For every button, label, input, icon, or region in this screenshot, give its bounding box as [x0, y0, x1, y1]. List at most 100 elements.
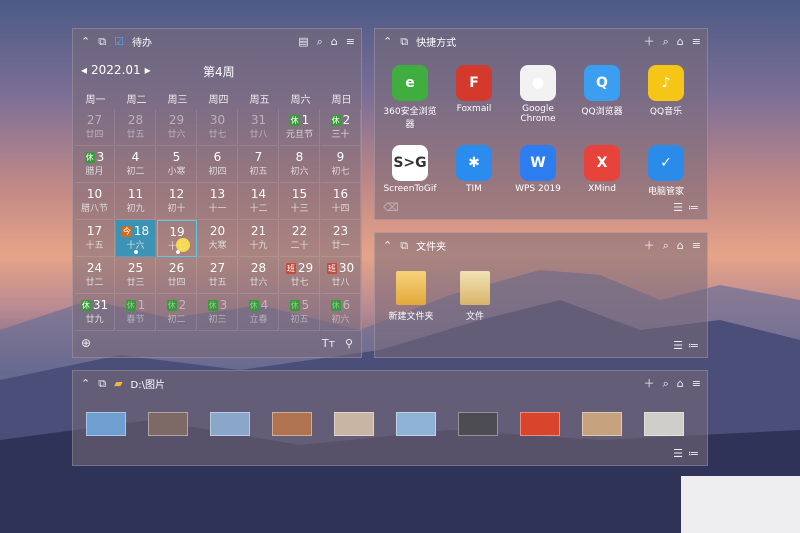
picture-thumbnail[interactable]: [272, 412, 312, 436]
clear-icon[interactable]: ⌂: [677, 36, 684, 47]
clear-icon[interactable]: ⌂: [677, 378, 684, 389]
calendar-day[interactable]: 30 廿七: [198, 109, 238, 146]
list-view-icon[interactable]: ≔: [688, 202, 699, 213]
calendar-day[interactable]: 21 十九: [239, 220, 279, 257]
calendar-day[interactable]: 29 廿六: [157, 109, 197, 146]
calendar-day[interactable]: 休 5 初五: [280, 294, 320, 331]
shortcut-item[interactable]: e 360安全浏览器: [379, 65, 441, 130]
calendar-day[interactable]: 16 十四: [321, 183, 361, 220]
menu-icon[interactable]: ≡: [692, 36, 701, 47]
pin-icon[interactable]: ⧉: [400, 240, 408, 251]
folder-item[interactable]: 文件: [445, 271, 505, 322]
picture-thumbnail[interactable]: [86, 412, 126, 436]
calendar-day[interactable]: 22 二十: [280, 220, 320, 257]
shortcut-item[interactable]: ● Google Chrome: [507, 65, 569, 124]
picture-thumbnail[interactable]: [520, 412, 560, 436]
calendar-day[interactable]: 24 廿二: [75, 257, 115, 294]
list-view-icon[interactable]: ≔: [688, 448, 699, 459]
collapse-icon[interactable]: ⌃: [383, 240, 392, 251]
shortcut-item[interactable]: S>G ScreenToGif: [379, 145, 441, 194]
calendar-day[interactable]: 今 18 十六: [116, 220, 156, 257]
calendar-day[interactable]: 休 3 初三: [198, 294, 238, 331]
shortcut-item[interactable]: ♪ QQ音乐: [635, 65, 697, 117]
picture-thumbnail[interactable]: [582, 412, 622, 436]
folder-item[interactable]: 新建文件夹: [381, 271, 441, 322]
calendar-day[interactable]: 休 6 初六: [321, 294, 361, 331]
calendar-day[interactable]: 休 1 元旦节: [280, 109, 320, 146]
add-icon[interactable]: ＋: [644, 240, 655, 251]
search-icon[interactable]: ⌕: [663, 240, 669, 251]
calendar-day[interactable]: 5 小寒: [157, 146, 197, 183]
picture-thumbnail[interactable]: [210, 412, 250, 436]
calendar-day[interactable]: 14 十二: [239, 183, 279, 220]
shortcut-item[interactable]: W WPS 2019: [507, 145, 569, 194]
calendar-day[interactable]: 27 廿五: [198, 257, 238, 294]
shortcut-item[interactable]: F Foxmail: [443, 65, 505, 114]
calendar-day[interactable]: 27 廿四: [75, 109, 115, 146]
month-label[interactable]: 2022.01: [91, 63, 141, 77]
shortcut-item[interactable]: Q QQ浏览器: [571, 65, 633, 117]
calendar-day[interactable]: 17 十五: [75, 220, 115, 257]
menu-icon[interactable]: ≡: [692, 378, 701, 389]
sort-icon[interactable]: ☰: [673, 448, 683, 459]
clear-icon[interactable]: ⌂: [677, 240, 684, 251]
pin-icon[interactable]: ⧉: [98, 36, 106, 47]
pin-icon[interactable]: ⧉: [400, 36, 408, 47]
calendar-day[interactable]: 15 十三: [280, 183, 320, 220]
calendar-day[interactable]: 8 初六: [280, 146, 320, 183]
calendar-day[interactable]: 休 2 三十: [321, 109, 361, 146]
menu-icon[interactable]: ≡: [346, 36, 355, 47]
calendar-day[interactable]: 19十七: [157, 220, 197, 257]
calendar-day[interactable]: 休 3 腊月: [75, 146, 115, 183]
pin-icon[interactable]: ⧉: [98, 378, 106, 389]
calendar-day[interactable]: 31 廿八: [239, 109, 279, 146]
sort-icon[interactable]: ☰: [673, 202, 683, 213]
calendar-day[interactable]: 12 初十: [157, 183, 197, 220]
search-icon[interactable]: ⌕: [663, 36, 669, 47]
picture-thumbnail[interactable]: [644, 412, 684, 436]
menu-icon[interactable]: ≡: [692, 240, 701, 251]
collapse-icon[interactable]: ⌃: [81, 36, 90, 47]
add-icon[interactable]: ＋: [644, 378, 655, 389]
prev-month-icon[interactable]: ◂: [81, 63, 87, 77]
list-view-icon[interactable]: ≔: [688, 340, 699, 351]
calendar-day[interactable]: 25 廿三: [116, 257, 156, 294]
trash-icon[interactable]: ⌫: [383, 202, 399, 213]
note-icon[interactable]: ▤: [298, 36, 308, 47]
calendar-day[interactable]: 休 31 廿九: [75, 294, 115, 331]
calendar-day[interactable]: 班 30 廿八: [321, 257, 361, 294]
calendar-day[interactable]: 休 4 立春: [239, 294, 279, 331]
picture-thumbnail[interactable]: [458, 412, 498, 436]
calendar-day[interactable]: 班 29 廿七: [280, 257, 320, 294]
calendar-day[interactable]: 11 初九: [116, 183, 156, 220]
shortcut-item[interactable]: ✓ 电脑管家: [635, 145, 697, 197]
calendar-day[interactable]: 23 廿一: [321, 220, 361, 257]
picture-thumbnail[interactable]: [396, 412, 436, 436]
calendar-day[interactable]: 20 大寒: [198, 220, 238, 257]
search-icon[interactable]: ⌕: [663, 378, 669, 389]
font-size-icon[interactable]: Tт: [322, 338, 335, 349]
calendar-day[interactable]: 6 初四: [198, 146, 238, 183]
collapse-icon[interactable]: ⌃: [81, 378, 90, 389]
calendar-day[interactable]: 28 廿五: [116, 109, 156, 146]
sort-icon[interactable]: ☰: [673, 340, 683, 351]
collapse-icon[interactable]: ⌃: [383, 36, 392, 47]
picture-thumbnail[interactable]: [334, 412, 374, 436]
clear-icon[interactable]: ⌂: [331, 36, 338, 47]
calendar-day[interactable]: 9 初七: [321, 146, 361, 183]
calendar-day[interactable]: 4 初二: [116, 146, 156, 183]
add-todo-icon[interactable]: ⊕: [81, 337, 91, 349]
add-icon[interactable]: ＋: [644, 36, 655, 47]
calendar-day[interactable]: 休 1 春节: [116, 294, 156, 331]
calendar-day[interactable]: 28 廿六: [239, 257, 279, 294]
filter-icon[interactable]: ⚲: [345, 338, 353, 349]
shortcut-item[interactable]: ✱ TIM: [443, 145, 505, 194]
calendar-day[interactable]: 7 初五: [239, 146, 279, 183]
calendar-day[interactable]: 休 2 初二: [157, 294, 197, 331]
search-icon[interactable]: ⌕: [317, 36, 323, 47]
next-month-icon[interactable]: ▸: [145, 63, 151, 77]
shortcut-item[interactable]: X XMind: [571, 145, 633, 194]
calendar-day[interactable]: 13 十一: [198, 183, 238, 220]
calendar-day[interactable]: 10 腊八节: [75, 183, 115, 220]
calendar-day[interactable]: 26 廿四: [157, 257, 197, 294]
